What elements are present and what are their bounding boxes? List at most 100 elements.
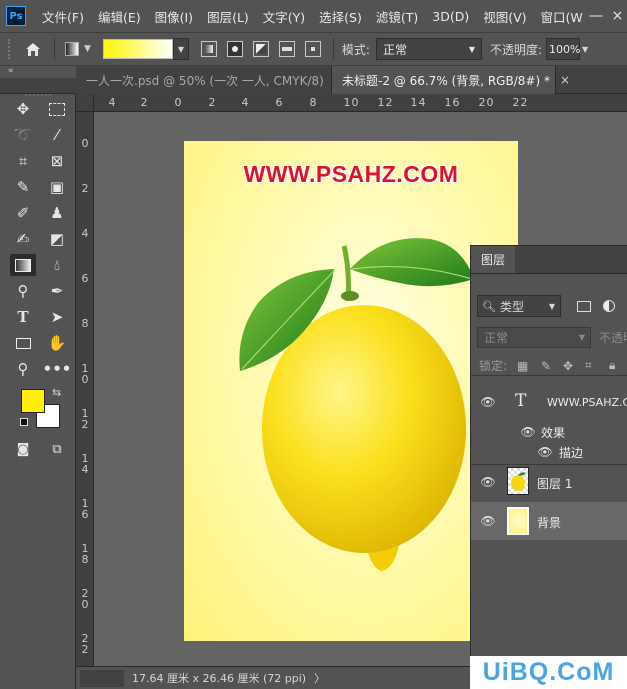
ruler-tick: 2	[81, 182, 89, 195]
ruler-tick: 6	[81, 272, 89, 285]
history-brush-tool-icon[interactable]: ✍	[10, 228, 36, 250]
brush-tool-icon[interactable]: ✐	[10, 202, 36, 224]
angle-gradient-button[interactable]	[252, 41, 269, 57]
mode-select[interactable]: 正常 ▼	[375, 38, 482, 60]
menu-file[interactable]: 文件(F)	[42, 7, 84, 26]
marquee-tool-icon[interactable]	[44, 98, 70, 120]
zoom-field[interactable]	[80, 669, 124, 687]
gradient-tool-icon[interactable]	[10, 254, 36, 276]
dodge-tool-icon[interactable]: ⚲	[10, 280, 36, 302]
ruler-tick: 0	[174, 96, 182, 109]
type-tool-icon[interactable]: T	[10, 306, 36, 328]
ruler-tick: 6	[452, 96, 460, 109]
lock-image-icon[interactable]: ✎	[541, 359, 551, 373]
document-canvas[interactable]: WWW.PSAHZ.COM	[184, 141, 518, 641]
opacity-input[interactable]: 100%	[546, 38, 580, 60]
foreground-color-swatch[interactable]	[21, 389, 45, 413]
magic-wand-tool-icon[interactable]: ⁄	[44, 124, 70, 146]
more-tools-icon[interactable]: •••	[43, 358, 72, 380]
tab-layers[interactable]: 图层	[471, 246, 516, 273]
home-icon[interactable]	[22, 42, 44, 57]
gradient-preset-icon[interactable]: ▼	[65, 42, 91, 56]
blend-mode-select[interactable]: 正常 ▼	[477, 326, 591, 348]
chevron-down-icon: ▼	[548, 301, 555, 311]
menu-layer[interactable]: 图层(L)	[207, 7, 249, 26]
chevron-down-icon[interactable]: ▼	[582, 45, 588, 54]
tab-psd-document[interactable]: 一人一次.psd @ 50% (一次 一人, CMYK/8) ×	[76, 66, 344, 94]
menu-view[interactable]: 视图(V)	[483, 7, 526, 26]
close-window-button[interactable]: ×	[608, 0, 627, 32]
opacity-value: 100%	[549, 42, 581, 56]
layer-row-text[interactable]: 👁︎ T WWW.PSAHZ.COM	[471, 382, 627, 422]
tab-untitled-2[interactable]: 未标题-2 @ 66.7% (背景, RGB/8#) * ×	[332, 66, 570, 94]
menu-select[interactable]: 选择(S)	[319, 7, 362, 26]
ruler-tick: 2	[208, 96, 216, 109]
eyedropper-tool-icon[interactable]: ✎	[10, 176, 36, 198]
ruler-tick: 2	[478, 96, 486, 109]
menu-edit[interactable]: 编辑(E)	[98, 7, 141, 26]
radial-gradient-button[interactable]	[226, 41, 243, 57]
status-menu-arrow-icon[interactable]: 〉	[314, 670, 325, 686]
blend-mode-value: 正常	[484, 330, 509, 345]
quick-mask-icon[interactable]: ◙	[10, 438, 36, 460]
layer-stroke-effect-row[interactable]: 👁︎ 描边	[471, 442, 627, 462]
layers-panel: 图层 🔍︎ 类型 ▼ 正常 ▼ 不透明 锁定: ▦ ✎ ✥ ⌗	[470, 245, 627, 666]
reflected-gradient-button[interactable]	[278, 41, 295, 57]
swap-colors-icon[interactable]: ⇆	[52, 386, 61, 399]
ruler-tick: 18	[81, 542, 89, 566]
screen-mode-icon[interactable]: ⧉	[44, 438, 70, 460]
visibility-eye-icon[interactable]: 👁︎	[480, 475, 496, 489]
layer-name[interactable]: 图层 1	[537, 475, 572, 492]
diamond-gradient-button[interactable]	[304, 41, 321, 57]
ruler-tick: 6	[275, 96, 283, 109]
visibility-eye-icon[interactable]: 👁︎	[537, 445, 553, 459]
ruler-tick: 2	[385, 96, 393, 109]
lasso-tool-icon[interactable]: ➰	[10, 124, 36, 146]
text-layer-thumb-icon: T	[515, 391, 527, 411]
adjustment-filter-icon[interactable]	[603, 300, 615, 312]
pixel-filter-icon[interactable]	[577, 300, 591, 312]
collapse-toolbar-icon[interactable]: «	[0, 66, 76, 78]
lock-all-icon[interactable]: 🔒︎	[609, 358, 615, 373]
lock-artboard-icon[interactable]: ⌗	[585, 358, 592, 373]
eraser-tool-icon[interactable]: ◩	[44, 228, 70, 250]
lock-transparent-icon[interactable]: ▦	[517, 359, 528, 373]
ruler-tick: 0	[81, 137, 89, 150]
layer-row-layer-1[interactable]: 👁︎ 图层 1	[471, 464, 627, 498]
default-colors-icon[interactable]	[20, 418, 28, 426]
linear-gradient-button[interactable]	[200, 41, 217, 57]
menu-window[interactable]: 窗口(W	[541, 7, 583, 26]
patch-tool-icon[interactable]: ▣	[44, 176, 70, 198]
layer-row-background[interactable]: 👁︎ 背景	[471, 502, 627, 540]
menu-image[interactable]: 图像(I)	[155, 7, 193, 26]
visibility-eye-icon[interactable]: 👁︎	[480, 395, 496, 409]
stamp-tool-icon[interactable]: ♟	[44, 202, 70, 224]
options-grip[interactable]	[8, 39, 14, 59]
layer-filter-select[interactable]: 🔍︎ 类型 ▼	[477, 295, 561, 317]
crop-tool-icon[interactable]: ⌗	[10, 150, 36, 172]
layer-effects-row[interactable]: 👁︎ 效果	[471, 422, 627, 442]
ps-logo-icon[interactable]: Ps	[6, 6, 26, 26]
layer-name[interactable]: WWW.PSAHZ.COM	[547, 396, 627, 409]
menu-filter[interactable]: 滤镜(T)	[376, 7, 418, 26]
ruler-tick: 22	[81, 632, 89, 656]
path-select-tool-icon[interactable]: ➤	[44, 306, 70, 328]
frame-tool-icon[interactable]: ⊠	[44, 150, 70, 172]
menu-3d[interactable]: 3D(D)	[432, 9, 469, 24]
lock-position-icon[interactable]: ✥	[563, 359, 573, 373]
minimize-button[interactable]: —	[586, 0, 606, 32]
pen-tool-icon[interactable]: ✒	[44, 280, 70, 302]
zoom-tool-icon[interactable]: ⚲	[10, 358, 36, 380]
visibility-eye-icon[interactable]: 👁︎	[480, 514, 496, 528]
hand-tool-icon[interactable]: ✋	[44, 332, 70, 354]
visibility-eye-icon[interactable]: 👁︎	[520, 425, 536, 439]
gradient-editor-swatch[interactable]	[102, 39, 173, 59]
layer-name[interactable]: 背景	[537, 514, 561, 531]
ruler-tick: 4	[108, 96, 116, 109]
menu-type[interactable]: 文字(Y)	[263, 7, 305, 26]
move-tool-icon[interactable]: ✥	[10, 98, 36, 120]
gradient-dropdown-chevron-icon[interactable]: ▼	[172, 38, 189, 60]
close-tab-icon[interactable]: ×	[560, 73, 570, 87]
blur-tool-icon[interactable]: 💧︎	[44, 254, 70, 276]
rectangle-tool-icon[interactable]	[10, 332, 36, 354]
